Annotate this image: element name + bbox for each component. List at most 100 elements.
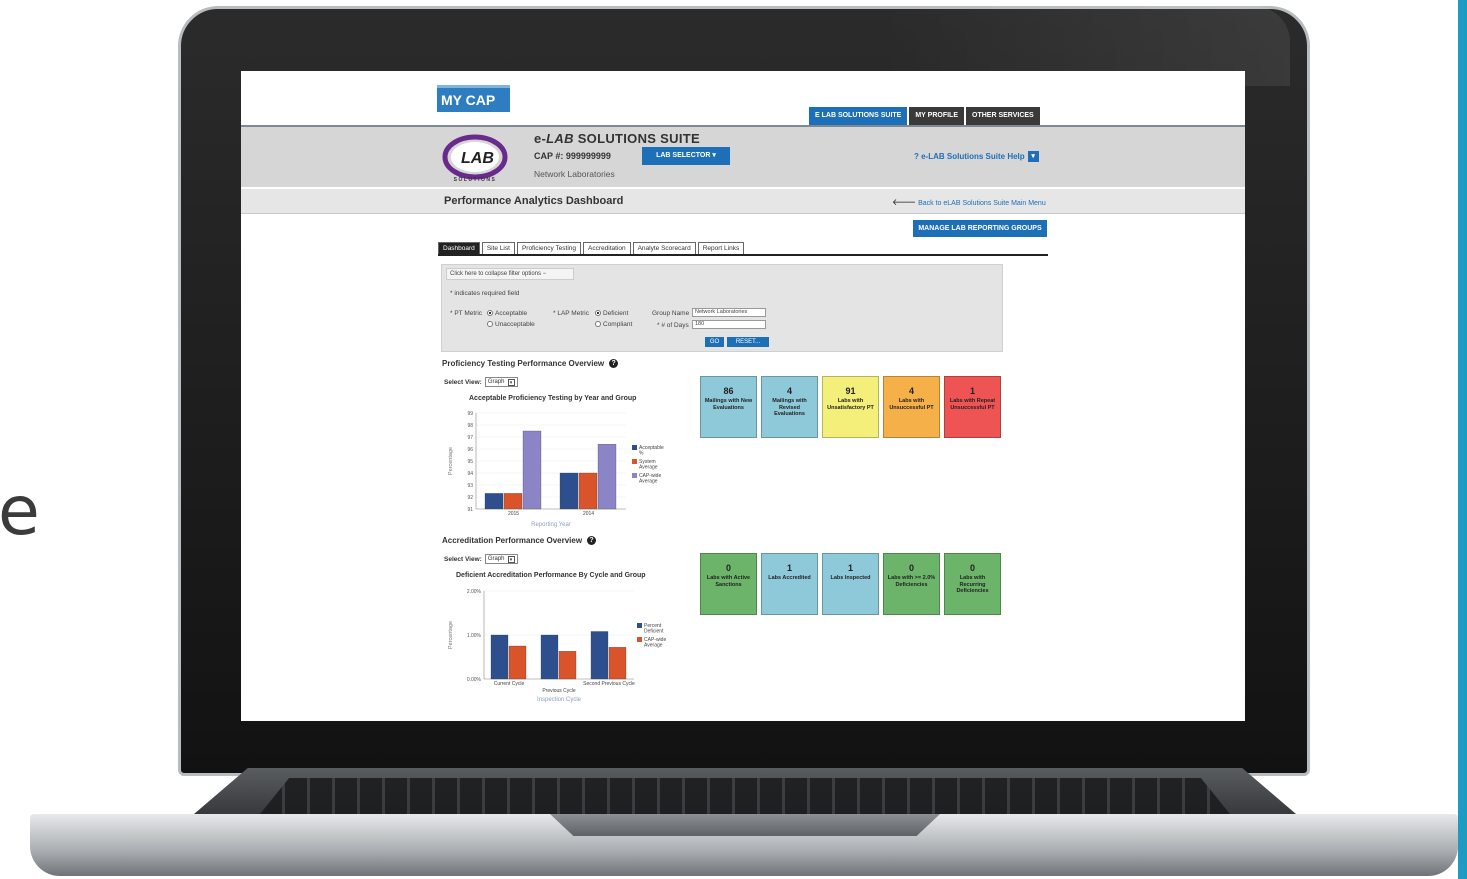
back-link-label: Back to eLAB Solutions Suite Main Menu <box>918 200 1046 207</box>
lap-metric-label: * LAP Metric <box>553 310 590 317</box>
required-note: * indicates required field <box>450 290 520 297</box>
radio-selected-icon <box>487 310 493 316</box>
pt-select-view-label: Select View: <box>444 378 482 386</box>
elab-logo-text: LAB <box>461 150 494 167</box>
acc-tile-value: 0 <box>908 563 914 573</box>
pt-tile-value: 1 <box>969 386 975 396</box>
go-button[interactable]: GO <box>705 337 724 347</box>
acc-view-dropdown-value: Graph <box>487 556 505 562</box>
pt-tile-label: Labs with Repeat Unsuccessful PT <box>949 398 996 411</box>
acc-tile-label: Labs Accredited <box>768 575 811 581</box>
group-name-value: Network Laboratories <box>692 308 766 317</box>
acc-tile[interactable]: 1 Labs Inspected <box>822 553 879 615</box>
pt-tile[interactable]: 91 Labs with Unsatisfactory PT <box>822 376 879 438</box>
acc-section-title: Accreditation Performance Overview? <box>442 536 597 545</box>
pt-chart: Percentage 99 98 97 96 95 94 93 92 91 2015 2014 Repo… <box>448 411 664 528</box>
cropped-heading-letter: e <box>0 472 40 551</box>
tab-proficiency-testing[interactable]: Proficiency Testing <box>516 242 582 254</box>
info-icon[interactable]: ? <box>587 536 597 545</box>
pt-metric-label: * PT Metric <box>450 310 483 317</box>
chevron-down-icon: ▾ <box>507 556 515 563</box>
pt-view-dropdown[interactable]: Graph ▾ <box>484 377 518 387</box>
legend-swatch <box>637 623 642 628</box>
suite-title: e-LAB SOLUTIONS SUITE <box>534 131 700 146</box>
days-value: 180 <box>692 320 766 329</box>
lap-option-deficient-label: Deficient <box>603 310 629 317</box>
lab-selector-label: LAB SELECTOR <box>656 152 711 159</box>
help-link[interactable]: ? e-LAB Solutions Suite Help ▾ <box>914 151 1039 162</box>
bar <box>597 444 617 510</box>
group-name-select[interactable]: Network Laboratories <box>692 308 766 317</box>
lap-option-deficient[interactable]: Deficient <box>595 310 628 317</box>
collapse-filter-toggle[interactable]: Click here to collapse filter options − <box>446 268 574 280</box>
pt-tile-label: Mailings with New Evaluations <box>704 398 753 411</box>
pt-tile-value: 91 <box>845 386 856 396</box>
acc-select-view-label: Select View: <box>444 555 482 563</box>
nav-my-profile[interactable]: MY PROFILE <box>909 107 964 125</box>
pt-section-title: Proficiency Testing Performance Overview… <box>442 359 619 368</box>
info-icon[interactable]: ? <box>609 359 619 368</box>
bar <box>540 634 559 680</box>
chevron-down-icon: ▾ <box>712 152 716 159</box>
y-tick-label: 2.00% <box>467 589 482 595</box>
pt-tile-value: 4 <box>908 386 914 396</box>
reset-button[interactable]: RESET... <box>727 337 769 347</box>
bar <box>484 493 504 510</box>
acc-view-dropdown[interactable]: Graph ▾ <box>484 554 518 564</box>
acc-tile-label: Labs Inspected <box>830 575 871 581</box>
tab-dashboard[interactable]: Dashboard <box>438 242 480 254</box>
pt-option-unacceptable[interactable]: Unacceptable <box>487 321 535 328</box>
legend-label: Average <box>639 465 658 471</box>
acc-tile-label: Labs with >= 2.0% Deficiencies <box>887 575 936 588</box>
radio-icon <box>487 321 493 327</box>
group-name-label: Group Name <box>652 310 690 317</box>
nav-other-services[interactable]: OTHER SERVICES <box>966 107 1040 125</box>
bar <box>608 647 627 680</box>
y-tick-label: 92 <box>467 495 473 501</box>
trackpad-notch <box>550 814 940 836</box>
pt-tile[interactable]: 86 Mailings with New Evaluations <box>700 376 757 438</box>
pt-select-view: Select View: Graph ▾ <box>444 377 518 387</box>
pt-tile[interactable]: 4 Labs with Unsuccessful PT <box>883 376 940 438</box>
acc-tile-value: 1 <box>847 563 853 573</box>
radio-selected-icon <box>595 310 601 316</box>
bar <box>558 651 577 680</box>
pt-tile-label: Mailings with Revised Evaluations <box>772 398 807 417</box>
x-tick-label: Previous Cycle <box>542 688 576 694</box>
acc-chart: Percentage 2.00% 1.00% 0.00% Current Cycle Pr… <box>448 589 666 703</box>
bar <box>590 631 609 680</box>
y-tick-label: 1.00% <box>467 633 482 639</box>
acc-tile[interactable]: 0 Labs with Active Sanctions <box>700 553 757 615</box>
arrow-left-icon: 🡐 <box>892 197 917 207</box>
reset-button-label: RESET <box>735 339 756 345</box>
acc-tile[interactable]: 0 Labs with >= 2.0% Deficiencies <box>883 553 940 615</box>
radio-icon <box>595 321 601 327</box>
suite-header: LAB SOLUTIONS e-LAB SOLUTIONS SUITE CAP … <box>241 125 1245 187</box>
tab-accreditation[interactable]: Accreditation <box>583 242 631 254</box>
nav-elab-suite[interactable]: E LAB SOLUTIONS SUITE <box>809 107 908 125</box>
legend-swatch <box>632 445 637 450</box>
tab-report-links[interactable]: Report Links <box>697 242 745 254</box>
acc-tile[interactable]: 0 Labs with Recurring Deficiencies <box>944 553 1001 615</box>
tab-site-list[interactable]: Site List <box>481 242 515 254</box>
bar <box>503 493 523 510</box>
back-link[interactable]: 🡐 Back to eLAB Solutions Suite Main Menu <box>892 197 1046 208</box>
y-tick-label: 0.00% <box>467 677 482 683</box>
tab-analyte-scorecard[interactable]: Analyte Scorecard <box>632 242 696 254</box>
lab-selector-button[interactable]: LAB SELECTOR ▾ <box>642 147 730 165</box>
acc-tile-label: Labs with Recurring Deficiencies <box>956 575 989 594</box>
elab-logo: LAB SOLUTIONS <box>442 134 508 183</box>
pt-tile[interactable]: 4 Mailings with Revised Evaluations <box>761 376 818 438</box>
lap-option-compliant[interactable]: Compliant <box>595 321 632 328</box>
days-select[interactable]: 180 <box>692 320 766 329</box>
keyboard <box>260 778 1230 814</box>
suite-title-prefix: e- <box>534 131 547 146</box>
manage-groups-button[interactable]: MANAGE LAB REPORTING GROUPS <box>913 220 1047 237</box>
pt-tile[interactable]: 1 Labs with Repeat Unsuccessful PT <box>944 376 1001 438</box>
pt-option-acceptable[interactable]: Acceptable <box>487 310 527 317</box>
x-tick-label: 2015 <box>508 511 519 517</box>
bar <box>508 645 527 680</box>
acc-tile[interactable]: 1 Labs Accredited <box>761 553 818 615</box>
y-tick-label: 97 <box>467 435 473 441</box>
my-cap-logo[interactable]: MY CAP <box>437 85 510 112</box>
